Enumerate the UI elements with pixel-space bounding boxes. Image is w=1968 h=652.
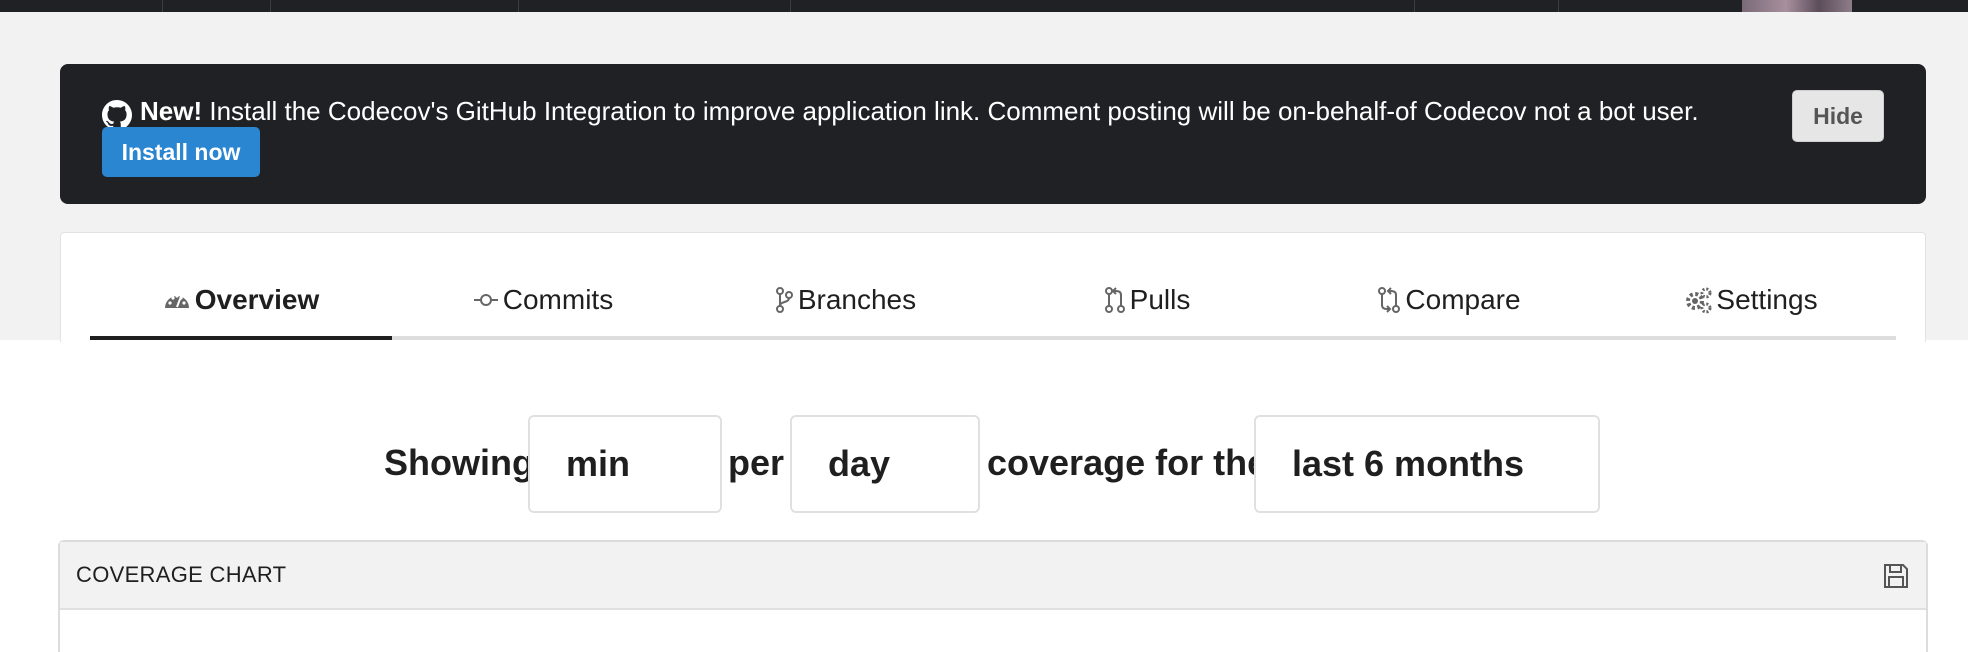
navbar-divider bbox=[270, 0, 271, 12]
gears-icon bbox=[1684, 286, 1712, 314]
tab-branches-label: Branches bbox=[797, 284, 917, 315]
banner-message: New! Install the Codecov's GitHub Integr… bbox=[140, 94, 1699, 128]
interval-select[interactable]: day bbox=[790, 415, 980, 513]
aggregation-select[interactable]: min bbox=[528, 415, 722, 513]
dashboard-icon bbox=[163, 288, 191, 312]
coverage-chart-header: COVERAGE CHART bbox=[60, 542, 1926, 610]
tab-compare-label: Compare bbox=[1405, 284, 1521, 315]
tab-pulls-label: Pulls bbox=[1129, 284, 1191, 315]
showing-label: Showing bbox=[384, 442, 534, 483]
github-icon bbox=[102, 100, 132, 130]
tab-overview-label: Overview bbox=[194, 284, 320, 315]
banner-text: Install the Codecov's GitHub Integration… bbox=[209, 96, 1699, 126]
pull-request-icon bbox=[1104, 286, 1126, 314]
compare-icon bbox=[1377, 286, 1401, 314]
coverage-chart-panel: COVERAGE CHART bbox=[58, 540, 1928, 652]
top-navbar bbox=[0, 0, 1968, 12]
new-label: New! bbox=[140, 96, 203, 126]
coverage-chart-title: COVERAGE CHART bbox=[76, 562, 287, 587]
tab-branches[interactable]: Branches bbox=[694, 272, 996, 328]
user-avatar[interactable] bbox=[1742, 0, 1852, 12]
active-tab-indicator bbox=[90, 336, 392, 340]
save-icon[interactable] bbox=[1882, 562, 1910, 590]
branch-icon bbox=[774, 286, 794, 314]
tab-commits[interactable]: Commits bbox=[392, 272, 694, 328]
github-integration-banner: New! Install the Codecov's GitHub Integr… bbox=[60, 64, 1926, 204]
navbar-divider bbox=[1558, 0, 1559, 12]
tab-overview[interactable]: Overview bbox=[90, 272, 392, 328]
hide-banner-button[interactable]: Hide bbox=[1792, 90, 1884, 142]
navbar-divider bbox=[1414, 0, 1415, 12]
navbar-divider bbox=[162, 0, 163, 12]
per-label: per bbox=[728, 442, 785, 483]
coverage-for-label: coverage for the bbox=[987, 442, 1268, 483]
install-now-button[interactable]: Install now bbox=[102, 127, 260, 177]
time-range-select[interactable]: last 6 months bbox=[1254, 415, 1600, 513]
tab-commits-label: Commits bbox=[502, 284, 614, 315]
tab-settings[interactable]: Settings bbox=[1600, 272, 1902, 328]
tab-settings-label: Settings bbox=[1716, 284, 1818, 315]
commit-icon bbox=[473, 290, 499, 310]
navbar-divider bbox=[518, 0, 519, 12]
tab-pulls[interactable]: Pulls bbox=[996, 272, 1298, 328]
navbar-divider bbox=[790, 0, 791, 12]
tab-compare[interactable]: Compare bbox=[1298, 272, 1600, 328]
